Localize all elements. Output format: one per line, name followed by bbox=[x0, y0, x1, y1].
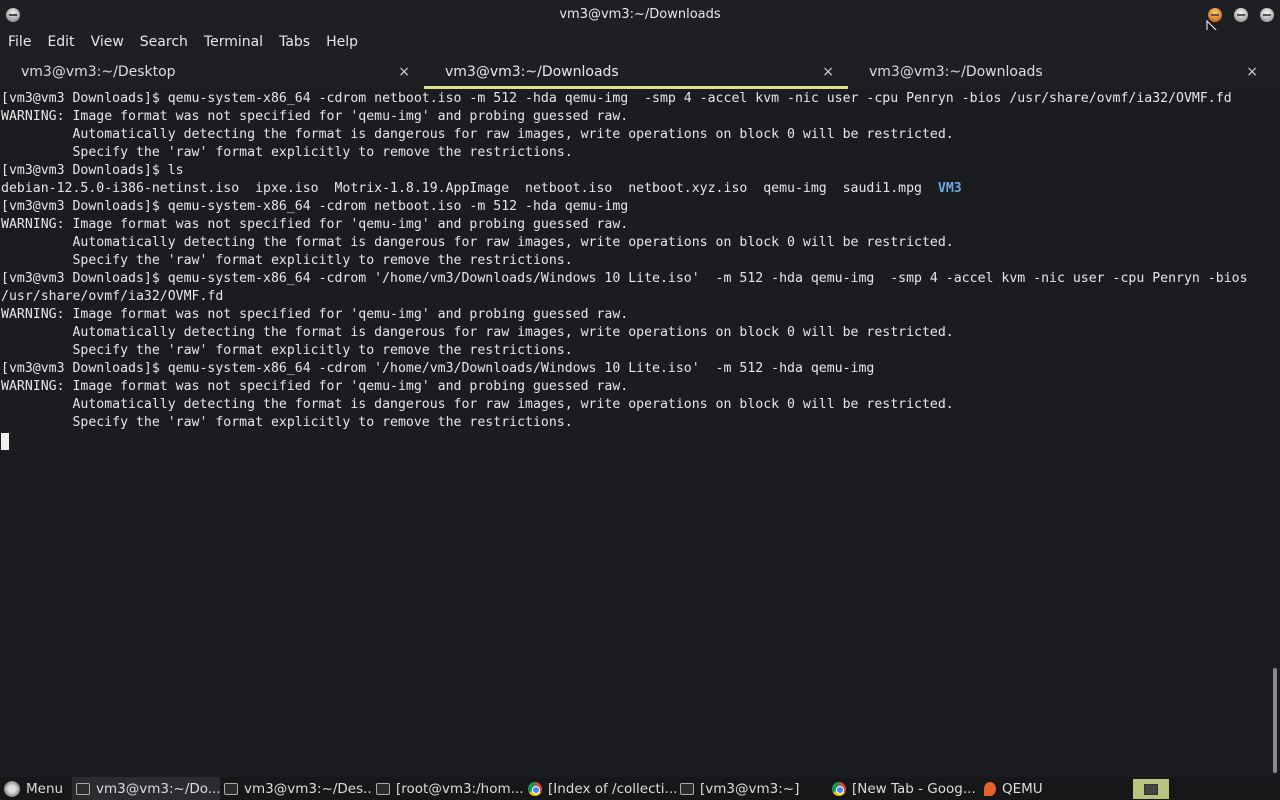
tab-close-icon[interactable]: × bbox=[398, 57, 410, 87]
tab-close-icon[interactable]: × bbox=[822, 57, 834, 87]
start-menu-label: Menu bbox=[26, 780, 64, 797]
taskbar-item-label: vm3@vm3:~/Do... bbox=[96, 780, 220, 797]
tab-label: vm3@vm3:~/Desktop bbox=[21, 64, 176, 80]
tab-label: vm3@vm3:~/Downloads bbox=[445, 64, 619, 80]
terminal-icon bbox=[1144, 783, 1158, 795]
tab-bar: vm3@vm3:~/Desktop × vm3@vm3:~/Downloads … bbox=[0, 57, 1280, 89]
menu-tabs[interactable]: Tabs bbox=[271, 30, 318, 55]
taskbar-item-label: [root@vm3:/hom... bbox=[396, 780, 524, 797]
taskbar: Menu vm3@vm3:~/Do... vm3@vm3:~/Des... [r… bbox=[0, 777, 1280, 800]
qemu-icon bbox=[984, 781, 996, 796]
terminal-line: WARNING: Image format was not specified … bbox=[1, 307, 629, 322]
terminal-cursor bbox=[1, 433, 9, 450]
terminal-line: WARNING: Image format was not specified … bbox=[1, 379, 629, 394]
taskbar-item-root-terminal[interactable]: [root@vm3:/hom... bbox=[372, 777, 524, 800]
terminal-line: [vm3@vm3 Downloads]$ ls bbox=[1, 163, 184, 178]
terminal-output[interactable]: [vm3@vm3 Downloads]$ qemu-system-x86_64 … bbox=[0, 90, 1268, 775]
desktop-screen: vm3@vm3:~/Downloads File Edit View Searc… bbox=[0, 0, 1280, 800]
window-icon bbox=[680, 782, 694, 795]
taskbar-item-label: QEMU bbox=[1002, 780, 1043, 797]
terminal-line: /usr/share/ovmf/ia32/OVMF.fd bbox=[1, 289, 224, 304]
ls-directory-entry: VM3 bbox=[937, 181, 962, 196]
menu-search[interactable]: Search bbox=[132, 30, 196, 55]
terminal-line: Specify the 'raw' format explicitly to r… bbox=[1, 253, 573, 268]
taskbar-item-terminal-desktop[interactable]: vm3@vm3:~/Des... bbox=[220, 777, 372, 800]
tab-downloads[interactable]: vm3@vm3:~/Downloads × bbox=[848, 57, 1272, 89]
menu-help[interactable]: Help bbox=[318, 30, 366, 55]
close-icon[interactable] bbox=[1260, 8, 1274, 22]
taskbar-item-label: [New Tab - Goog... bbox=[852, 780, 976, 797]
terminal-line: Specify the 'raw' format explicitly to r… bbox=[1, 145, 573, 160]
terminal-line: Automatically detecting the format is da… bbox=[1, 397, 954, 412]
taskbar-item-chrome-index[interactable]: [Index of /collecti... bbox=[524, 777, 676, 800]
taskbar-item-qemu[interactable]: QEMU bbox=[980, 777, 1100, 800]
tray-terminal-launcher[interactable] bbox=[1133, 779, 1169, 799]
tab-label: vm3@vm3:~/Downloads bbox=[869, 64, 1043, 80]
menu-logo-icon bbox=[4, 780, 20, 797]
start-menu-button[interactable]: Menu bbox=[0, 777, 72, 800]
terminal-line: [vm3@vm3 Downloads]$ qemu-system-x86_64 … bbox=[1, 91, 1232, 106]
menu-file[interactable]: File bbox=[0, 30, 39, 55]
ls-files: debian-12.5.0-i386-netinst.iso ipxe.iso … bbox=[1, 181, 938, 196]
terminal-line: Automatically detecting the format is da… bbox=[1, 235, 954, 250]
terminal-line: WARNING: Image format was not specified … bbox=[1, 109, 629, 124]
tab-close-icon[interactable]: × bbox=[1246, 57, 1258, 87]
terminal-scrollbar[interactable] bbox=[1268, 90, 1280, 775]
taskbar-item-label: [vm3@vm3:~] bbox=[700, 780, 800, 797]
tab-desktop[interactable]: vm3@vm3:~/Desktop × bbox=[0, 57, 424, 89]
window-title: vm3@vm3:~/Downloads bbox=[559, 7, 721, 22]
terminal-line-ls-output: debian-12.5.0-i386-netinst.iso ipxe.iso … bbox=[0, 180, 1268, 198]
tab-downloads-active[interactable]: vm3@vm3:~/Downloads × bbox=[424, 57, 848, 89]
terminal-line: Specify the 'raw' format explicitly to r… bbox=[1, 415, 573, 430]
terminal-line: Automatically detecting the format is da… bbox=[1, 127, 954, 142]
taskbar-item-terminal-downloads[interactable]: vm3@vm3:~/Do... bbox=[72, 777, 220, 800]
terminal-icon bbox=[224, 782, 238, 795]
terminal-line: [vm3@vm3 Downloads]$ qemu-system-x86_64 … bbox=[1, 271, 1248, 286]
terminal-line: [vm3@vm3 Downloads]$ qemu-system-x86_64 … bbox=[1, 361, 875, 376]
terminal-icon bbox=[376, 782, 390, 795]
taskbar-item-chrome-new-tab[interactable]: [New Tab - Goog... bbox=[828, 777, 980, 800]
terminal-icon bbox=[76, 782, 90, 795]
terminal-line: Automatically detecting the format is da… bbox=[1, 325, 954, 340]
taskbar-item-label: [Index of /collecti... bbox=[548, 780, 676, 797]
window-titlebar[interactable]: vm3@vm3:~/Downloads bbox=[0, 0, 1280, 41]
scrollbar-thumb[interactable] bbox=[1273, 668, 1277, 773]
taskbar-item-label: vm3@vm3:~/Des... bbox=[244, 780, 372, 797]
menu-view[interactable]: View bbox=[83, 30, 132, 55]
maximize-icon[interactable] bbox=[1234, 8, 1248, 22]
terminal-line: Specify the 'raw' format explicitly to r… bbox=[1, 343, 573, 358]
terminal-line: WARNING: Image format was not specified … bbox=[1, 217, 629, 232]
menu-bar: File Edit View Search Terminal Tabs Help bbox=[0, 30, 1280, 55]
taskbar-item-vm3-home[interactable]: [vm3@vm3:~] bbox=[676, 777, 828, 800]
chrome-icon bbox=[832, 781, 846, 796]
menu-terminal[interactable]: Terminal bbox=[196, 30, 271, 55]
terminal-line: [vm3@vm3 Downloads]$ qemu-system-x86_64 … bbox=[1, 199, 629, 214]
chrome-icon bbox=[528, 781, 542, 796]
menu-edit[interactable]: Edit bbox=[39, 30, 82, 55]
